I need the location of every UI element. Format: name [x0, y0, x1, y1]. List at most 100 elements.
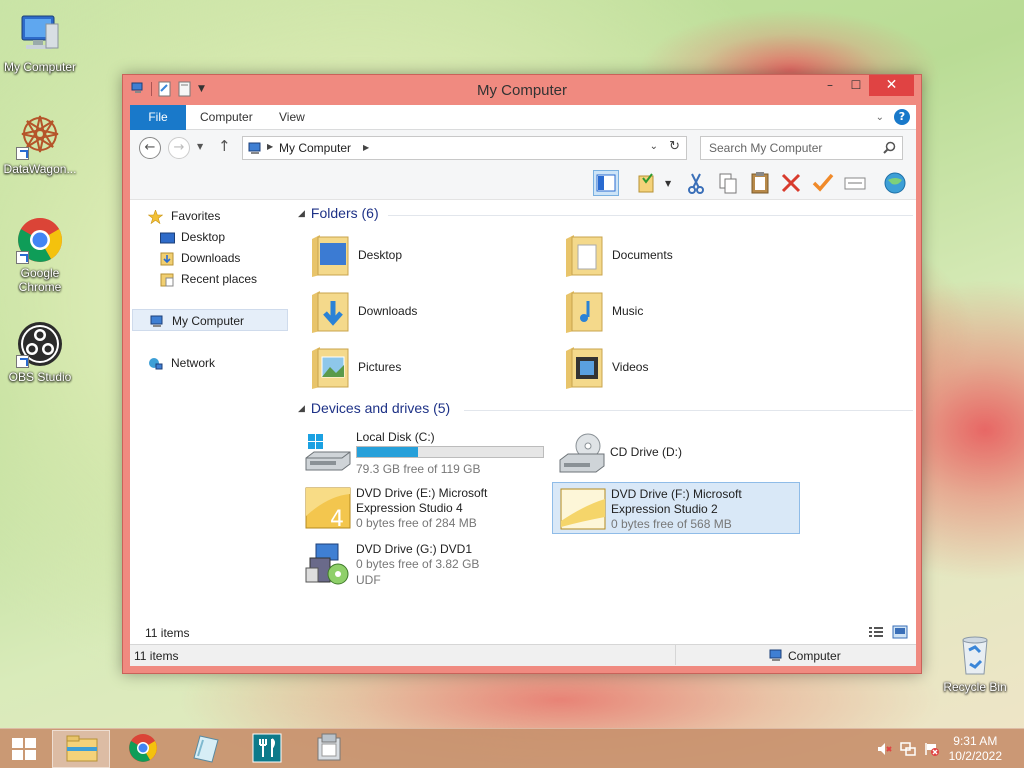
recycle-bin-icon [951, 630, 999, 678]
desktop-icon-datawagon[interactable]: DataWagon... [0, 112, 80, 176]
drive-name: DVD Drive (G:) DVD1 [356, 542, 473, 556]
action-center-icon[interactable] [924, 741, 940, 760]
large-icons-view-icon[interactable] [892, 625, 908, 642]
properties-dropdown-icon[interactable]: ▼ [665, 179, 671, 188]
nav-network[interactable]: Network [148, 352, 215, 374]
delete-button[interactable] [778, 170, 804, 196]
help-icon[interactable]: ? [894, 109, 910, 125]
nav-desktop[interactable]: Desktop [160, 226, 225, 248]
breadcrumb[interactable]: My Computer [279, 141, 351, 155]
cut-button[interactable] [683, 170, 709, 196]
folder-label: Music [612, 304, 644, 318]
nav-downloads[interactable]: Downloads [160, 247, 240, 269]
start-button[interactable] [0, 730, 48, 768]
taskbar-notes-app[interactable] [176, 730, 234, 768]
paste-button[interactable] [747, 170, 773, 196]
refresh-icon[interactable]: ↻ [669, 139, 680, 154]
copy-button[interactable] [715, 170, 741, 196]
clipboard-icon [751, 172, 769, 194]
nav-my-computer[interactable]: My Computer [132, 309, 288, 331]
group-folders-header[interactable]: ◢ Folders (6) [298, 205, 379, 225]
drive-dvd-e[interactable]: 4 DVD Drive (E:) Microsoft Expression St… [298, 482, 546, 534]
recent-places-icon [160, 272, 175, 287]
nav-favorites[interactable]: Favorites [147, 205, 221, 227]
breadcrumb-chevron-icon[interactable]: ▶ [363, 143, 369, 152]
window-title: My Computer [476, 82, 568, 99]
expand-ribbon-icon[interactable]: ⌄ [876, 112, 884, 123]
minimize-button[interactable]: – [817, 75, 843, 96]
documents-folder-icon [560, 231, 606, 279]
network-tray-icon[interactable] [900, 741, 916, 760]
computer-small-icon [150, 314, 165, 328]
rename-button[interactable] [842, 170, 868, 196]
search-input[interactable] [701, 137, 871, 159]
drive-name: Local Disk (C:) [356, 430, 435, 444]
desktop-icon-label: OBS Studio [8, 370, 72, 384]
system-tray: 9:31 AM 10/2/2022 [864, 729, 1024, 768]
group-devices-header[interactable]: ◢ Devices and drives (5) [298, 400, 450, 420]
taskbar: 9:31 AM 10/2/2022 [0, 728, 1024, 768]
checkmark-icon [812, 173, 834, 192]
properties-button[interactable] [635, 170, 661, 196]
clock[interactable]: 9:31 AM 10/2/2022 [949, 734, 1002, 764]
globe-button[interactable] [882, 170, 908, 196]
tab-view[interactable]: View [265, 105, 319, 130]
chrome-icon [16, 216, 64, 264]
search-icon[interactable] [883, 141, 896, 157]
desktop-icon-my-computer[interactable]: My Computer [0, 10, 80, 74]
drive-free-space: 0 bytes free of 284 MB [356, 516, 477, 530]
folder-label: Videos [612, 360, 649, 374]
taskbar-chrome[interactable] [114, 730, 172, 768]
close-button[interactable]: ✕ [869, 75, 914, 96]
desktop-icon-recycle-bin[interactable]: Recycle Bin [935, 630, 1015, 694]
folder-pictures[interactable]: Pictures [298, 343, 548, 393]
maximize-button[interactable]: ☐ [843, 75, 869, 96]
obs-icon [16, 320, 64, 368]
status-bar: 11 items Computer [130, 644, 916, 666]
taskbar-installer[interactable] [300, 730, 358, 768]
drive-cd-d[interactable]: CD Drive (D:) [552, 426, 800, 478]
taskbar-food-app[interactable] [238, 730, 296, 768]
title-bar[interactable]: ▼ My Computer – ☐ ✕ [123, 75, 921, 105]
up-button[interactable]: ↑ [218, 137, 231, 155]
address-dropdown-icon[interactable]: ⌄ [650, 141, 658, 152]
folder-music[interactable]: Music [552, 287, 802, 337]
drive-free-space: 0 bytes free of 3.82 GB [356, 557, 480, 571]
accept-button[interactable] [810, 170, 836, 196]
drive-free-space: 79.3 GB free of 119 GB [356, 462, 481, 476]
dvd-setup-icon [304, 542, 352, 586]
installer-icon [317, 733, 341, 761]
taskbar-file-explorer[interactable] [52, 730, 110, 768]
network-icon [148, 356, 163, 370]
desktop-icon-label: DataWagon... [3, 162, 77, 176]
copy-icon [719, 173, 737, 194]
back-button[interactable]: ← [139, 137, 161, 159]
drive-dvd-f[interactable]: DVD Drive (F:) Microsoft Expression Stud… [552, 482, 800, 534]
details-view-icon[interactable] [868, 626, 884, 642]
tab-computer[interactable]: Computer [186, 105, 267, 130]
folder-videos[interactable]: Videos [552, 343, 802, 393]
tab-file[interactable]: File [130, 105, 186, 130]
clock-time: 9:31 AM [953, 734, 998, 748]
address-bar[interactable]: ▶ My Computer ▶ ⌄ ↻ [242, 136, 687, 160]
computer-small-icon [248, 142, 264, 158]
file-explorer-icon [66, 735, 98, 762]
drive-dvd-g[interactable]: DVD Drive (G:) DVD1 0 bytes free of 3.82… [298, 538, 546, 590]
navigation-pane: Favorites Desktop Downloads Recent place… [130, 200, 290, 644]
volume-muted-icon[interactable] [876, 741, 892, 760]
recent-locations-icon[interactable]: ▼ [197, 142, 203, 151]
folder-downloads[interactable]: Downloads [298, 287, 548, 337]
desktop-icon-obs-studio[interactable]: OBS Studio [0, 320, 80, 384]
delete-x-icon [781, 173, 801, 193]
folder-documents[interactable]: Documents [552, 231, 802, 281]
nav-item-label: Favorites [171, 209, 221, 223]
nav-recent-places[interactable]: Recent places [160, 268, 257, 290]
preview-pane-button[interactable] [593, 170, 619, 196]
folder-desktop[interactable]: Desktop [298, 231, 548, 281]
nav-item-label: Recent places [181, 272, 258, 286]
hard-drive-windows-icon [304, 430, 352, 474]
drive-local-disk-c[interactable]: Local Disk (C:) 79.3 GB free of 119 GB [298, 426, 546, 478]
forward-button[interactable]: → [168, 137, 190, 159]
nav-item-label: My Computer [172, 314, 245, 328]
desktop-icon-google-chrome[interactable]: Google Chrome [0, 216, 80, 294]
